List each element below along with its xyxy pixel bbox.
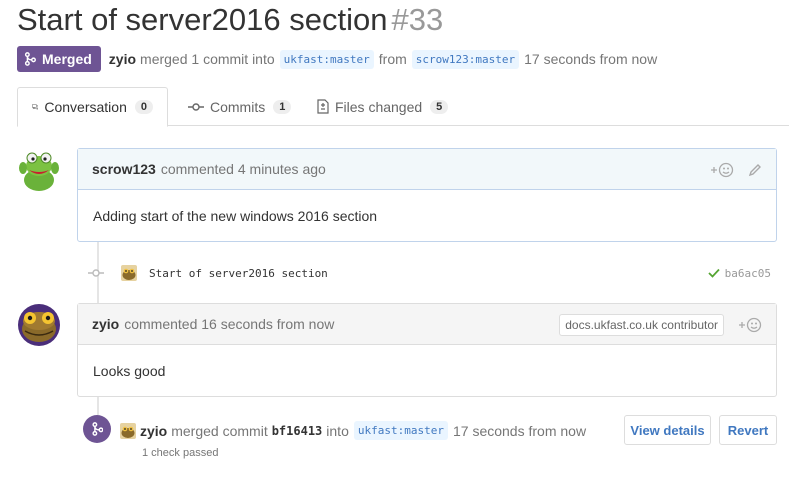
merge-commit-sha-link[interactable]: bf16413 [272, 424, 323, 438]
diff-icon [317, 99, 329, 114]
tab-label: Conversation [44, 99, 127, 115]
tab-commits[interactable]: Commits 1 [174, 87, 305, 126]
head-org: scrow123 [415, 52, 469, 66]
merge-target-org: ukfast [357, 424, 398, 437]
git-merge-icon [24, 52, 36, 66]
git-merge-icon [91, 422, 103, 436]
avatar-scrow123[interactable] [17, 148, 61, 192]
merge-event-text: zyio merged commit bf16413 into ukfast:m… [120, 421, 586, 440]
pr-meta: Merged zyio merged 1 commit into ukfast:… [17, 46, 657, 72]
head-branch[interactable]: scrow123:master [411, 49, 520, 69]
check-icon[interactable] [708, 268, 720, 278]
checks-passed-text: 1 check passed [142, 447, 219, 459]
commit-author-avatar[interactable] [121, 265, 137, 281]
base-branch-name: master [330, 52, 370, 66]
comment-header: scrow123 commented 4 minutes ago [78, 149, 776, 190]
add-reaction-button[interactable] [710, 162, 734, 178]
merge-target-branch[interactable]: ukfast:master [353, 421, 448, 440]
pr-author-link[interactable]: zyio [109, 51, 136, 67]
merge-event-badge [83, 415, 111, 443]
base-branch[interactable]: ukfast:master [279, 49, 374, 69]
comment-author-link[interactable]: scrow123 [92, 161, 156, 177]
pr-title: Start of server2016 section #33 [17, 2, 443, 38]
pr-title-text: Start of server2016 section [17, 2, 388, 37]
timeline-connector [97, 397, 99, 415]
pencil-icon [748, 163, 761, 176]
merge-summary-text: merged 1 commit into [140, 51, 275, 67]
merge-verb: merged commit [171, 422, 268, 439]
merge-target-branch-name: master [404, 424, 444, 437]
git-commit-icon [188, 102, 204, 111]
tab-counter: 1 [273, 99, 292, 114]
comment-timestamp[interactable]: commented 4 minutes ago [161, 161, 326, 177]
from-text: from [378, 51, 407, 67]
timeline-commit: Start of server2016 section ba6ac05 [88, 262, 778, 284]
git-commit-icon [88, 269, 104, 277]
pr-number: #33 [391, 2, 444, 37]
comment-timestamp[interactable]: commented 16 seconds from now [124, 316, 334, 332]
tab-counter: 0 [134, 100, 153, 114]
contributor-label: docs.ukfast.co.uk contributor [559, 313, 724, 336]
head-branch-name: master [475, 52, 516, 66]
view-details-button[interactable]: View details [624, 415, 711, 445]
comment-zyio: zyio commented 16 seconds from now docs.… [77, 303, 777, 397]
add-reaction-icon [711, 162, 734, 177]
comment-body: Adding start of the new windows 2016 sec… [93, 207, 378, 224]
merged-state-badge: Merged [17, 46, 101, 72]
merge-author-avatar[interactable] [120, 422, 136, 439]
merge-author-link[interactable]: zyio [140, 423, 167, 439]
tab-conversation[interactable]: Conversation 0 [17, 87, 168, 127]
tab-label: Commits [210, 98, 266, 115]
comment-author-link[interactable]: zyio [92, 316, 119, 332]
comment-scrow123: scrow123 commented 4 minutes ago Adding … [77, 148, 777, 242]
merge-into-text: into [326, 422, 349, 439]
add-reaction-icon [739, 317, 762, 332]
commit-status: ba6ac05 [708, 267, 771, 280]
comment-body: Looks good [93, 362, 166, 379]
state-label: Merged [42, 51, 92, 67]
merge-event-time[interactable]: 17 seconds from now [453, 423, 586, 439]
comment-discussion-icon [32, 104, 39, 111]
comment-actions: docs.ukfast.co.uk contributor [559, 304, 762, 345]
avatar-zyio[interactable] [17, 303, 61, 347]
commit-message-link[interactable]: Start of server2016 section [149, 267, 328, 280]
edit-comment-button[interactable] [748, 163, 762, 177]
tab-counter: 5 [430, 99, 449, 114]
base-org: ukfast [283, 52, 324, 66]
merge-time: 17 seconds from now [524, 51, 658, 67]
comment-actions [696, 149, 762, 190]
merge-event: zyio merged commit bf16413 into ukfast:m… [83, 415, 783, 475]
pr-tabs: Conversation 0 Commits 1 Files changed 5 [17, 87, 789, 127]
tab-files-changed[interactable]: Files changed 5 [303, 87, 462, 126]
comment-header: zyio commented 16 seconds from now docs.… [78, 304, 776, 345]
revert-button[interactable]: Revert [719, 415, 777, 445]
tab-label: Files changed [335, 98, 423, 115]
commit-sha-link[interactable]: ba6ac05 [725, 267, 771, 280]
add-reaction-button[interactable] [738, 317, 762, 333]
